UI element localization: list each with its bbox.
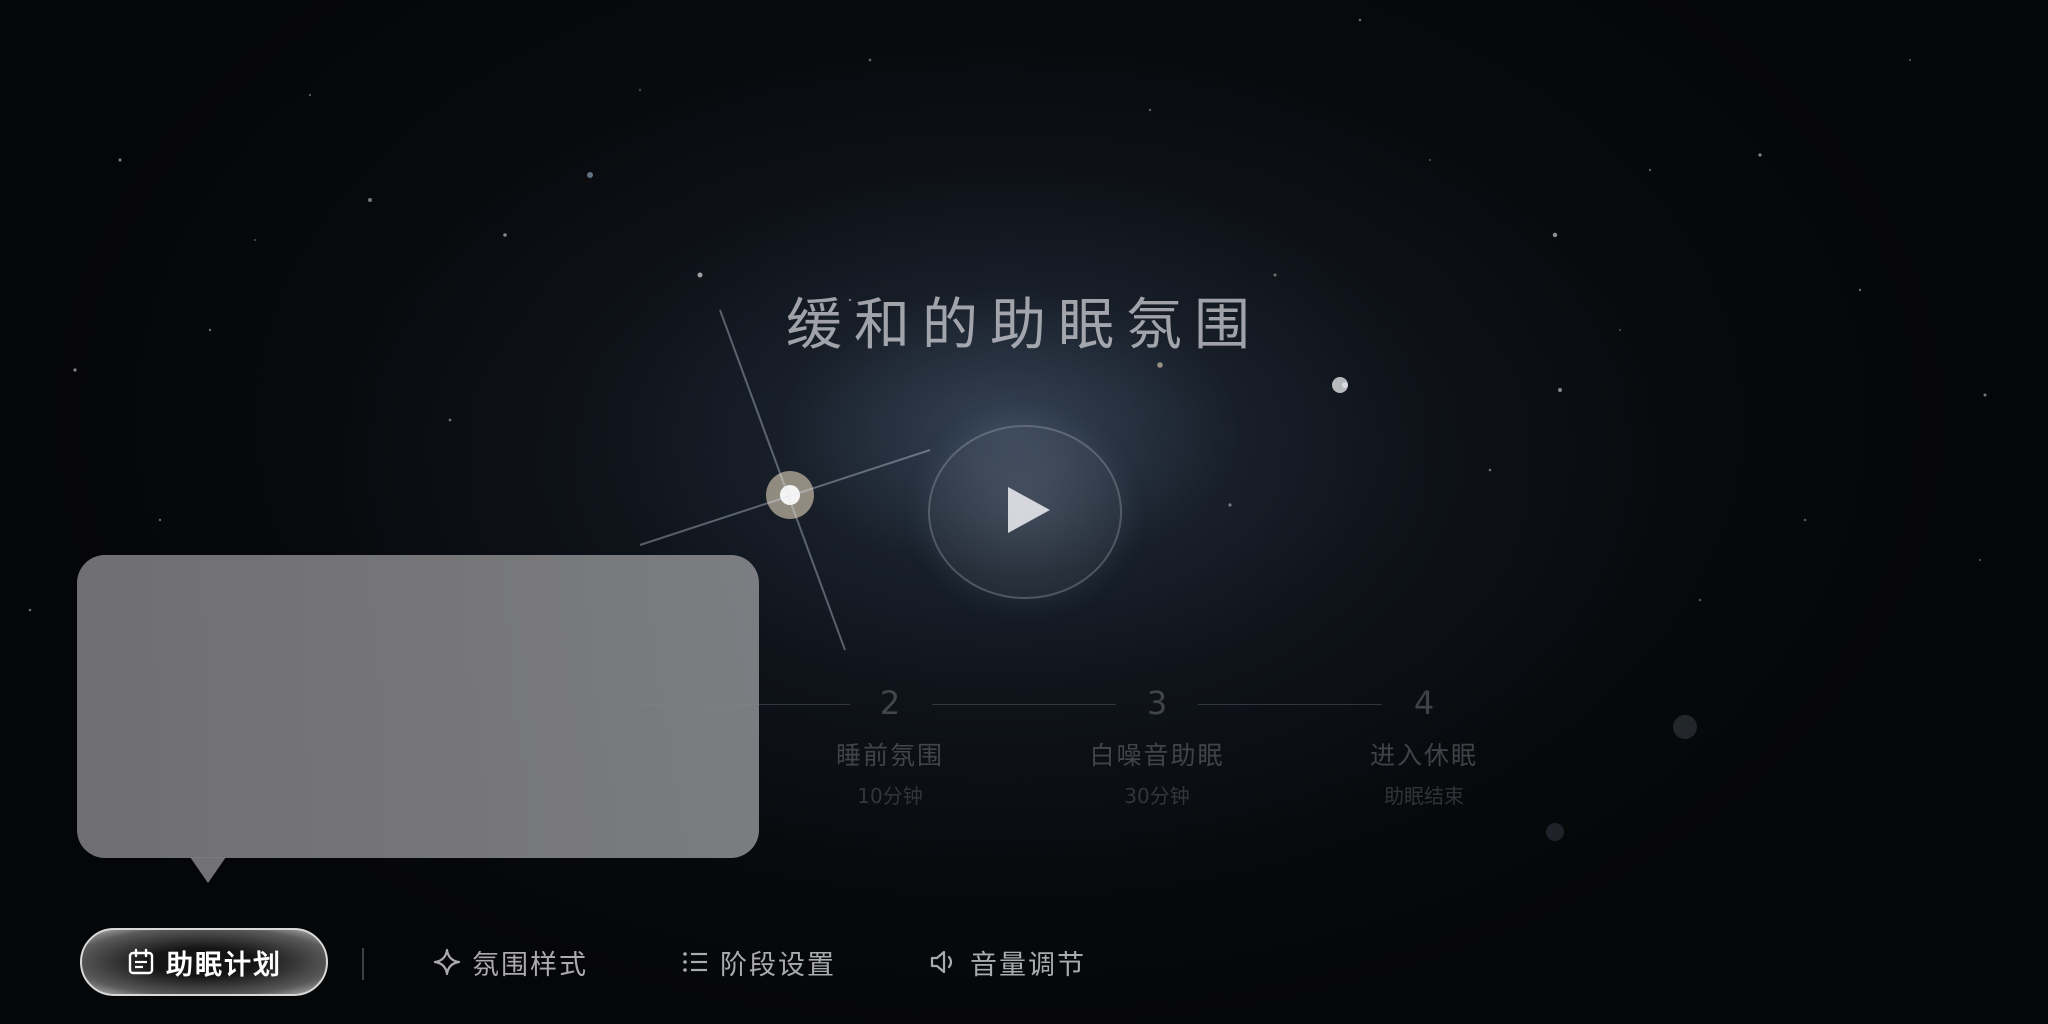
- step-number: 3: [1146, 684, 1168, 722]
- sparkle-icon: [433, 948, 461, 976]
- list-icon: [683, 952, 707, 972]
- speaker-icon: [930, 950, 953, 974]
- bottom-toolbar: 助眠计划 氛围样式 阶段设置 音量调节: [0, 920, 2048, 1000]
- tooltip-arrow: [190, 857, 226, 883]
- plan-tooltip-popup: [77, 555, 759, 883]
- atmosphere-style-button[interactable]: 氛围样式: [432, 928, 588, 996]
- step-item[interactable]: 2 睡前氛围 10分钟: [780, 680, 1000, 809]
- step-name: 睡前氛围: [835, 741, 944, 770]
- sleep-aid-screen: 缓和的助眠氛围 2 睡前氛围 10分钟 3 白噪音助眠 30分钟 4 进入休眠 …: [0, 0, 2048, 1024]
- step-duration: 10分钟: [857, 784, 923, 808]
- calendar-icon: [128, 948, 154, 975]
- step-item[interactable]: 4 进入休眠 助眠结束: [1314, 680, 1534, 809]
- play-icon: [1008, 487, 1050, 533]
- page-title: 缓和的助眠氛围: [786, 293, 1262, 358]
- step-number: 4: [1413, 684, 1435, 722]
- stage-settings-button[interactable]: 阶段设置: [680, 928, 836, 996]
- sleep-plan-button[interactable]: 助眠计划: [80, 928, 328, 996]
- play-button[interactable]: [928, 425, 1122, 599]
- step-item[interactable]: 3 白噪音助眠 30分钟: [1047, 680, 1267, 809]
- step-duration: 30分钟: [1124, 784, 1190, 808]
- volume-adjust-button[interactable]: 音量调节: [928, 928, 1086, 996]
- stage-settings-label: 阶段设置: [720, 949, 836, 981]
- step-duration: 助眠结束: [1384, 784, 1464, 808]
- sleep-plan-label: 助眠计划: [166, 949, 282, 981]
- toolbar-divider: [362, 948, 364, 980]
- step-name: 进入休眠: [1369, 741, 1478, 770]
- step-number: 2: [879, 684, 901, 722]
- step-name: 白噪音助眠: [1089, 741, 1225, 770]
- atmosphere-style-label: 氛围样式: [472, 949, 588, 981]
- volume-adjust-label: 音量调节: [970, 949, 1086, 981]
